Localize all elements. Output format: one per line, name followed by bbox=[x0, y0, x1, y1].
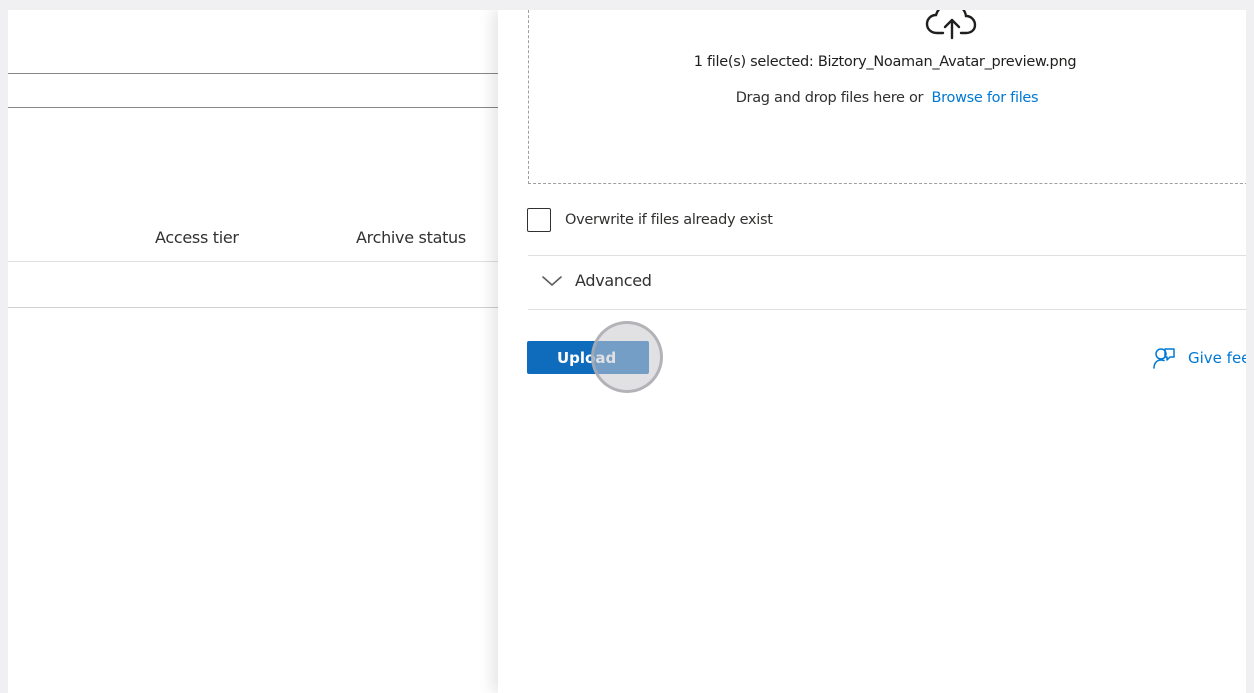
selected-files-text: 1 file(s) selected: Biztory_Noaman_Avata… bbox=[693, 54, 1077, 70]
file-drop-zone[interactable]: 1 file(s) selected: Biztory_Noaman_Avata… bbox=[528, 10, 1246, 184]
drag-drop-hint: Drag and drop files here or Browse for f… bbox=[529, 90, 1245, 106]
browse-files-link[interactable]: Browse for files bbox=[932, 90, 1039, 106]
chevron-down-icon bbox=[542, 275, 562, 286]
column-header-access-tier[interactable]: Access tier bbox=[155, 228, 239, 247]
feedback-icon bbox=[1153, 348, 1175, 369]
advanced-label: Advanced bbox=[575, 271, 652, 290]
divider bbox=[528, 309, 1246, 310]
container-list-pane: Access tier Archive status bbox=[8, 10, 498, 693]
give-feedback-label[interactable]: Give fee bbox=[1188, 349, 1246, 367]
or-text: or bbox=[908, 90, 924, 106]
table-row-divider bbox=[8, 307, 498, 308]
advanced-section-toggle[interactable]: Advanced bbox=[541, 271, 652, 290]
divider bbox=[8, 107, 498, 108]
overwrite-checkbox[interactable] bbox=[527, 208, 551, 232]
upload-button[interactable]: Upload bbox=[527, 341, 649, 374]
give-feedback-link[interactable]: Give fee bbox=[1152, 346, 1246, 370]
upload-blob-panel: 1 file(s) selected: Biztory_Noaman_Avata… bbox=[498, 10, 1246, 693]
cloud-upload-icon bbox=[925, 10, 977, 40]
drag-drop-text: Drag and drop files here bbox=[735, 90, 905, 106]
divider bbox=[528, 255, 1246, 256]
overwrite-option[interactable]: Overwrite if files already exist bbox=[527, 208, 773, 232]
column-header-archive-status[interactable]: Archive status bbox=[356, 228, 466, 247]
divider bbox=[8, 73, 498, 74]
app-frame: Access tier Archive status 1 file(s) sel… bbox=[8, 10, 1246, 693]
table-header-divider bbox=[8, 261, 498, 262]
overwrite-label[interactable]: Overwrite if files already exist bbox=[565, 212, 773, 228]
